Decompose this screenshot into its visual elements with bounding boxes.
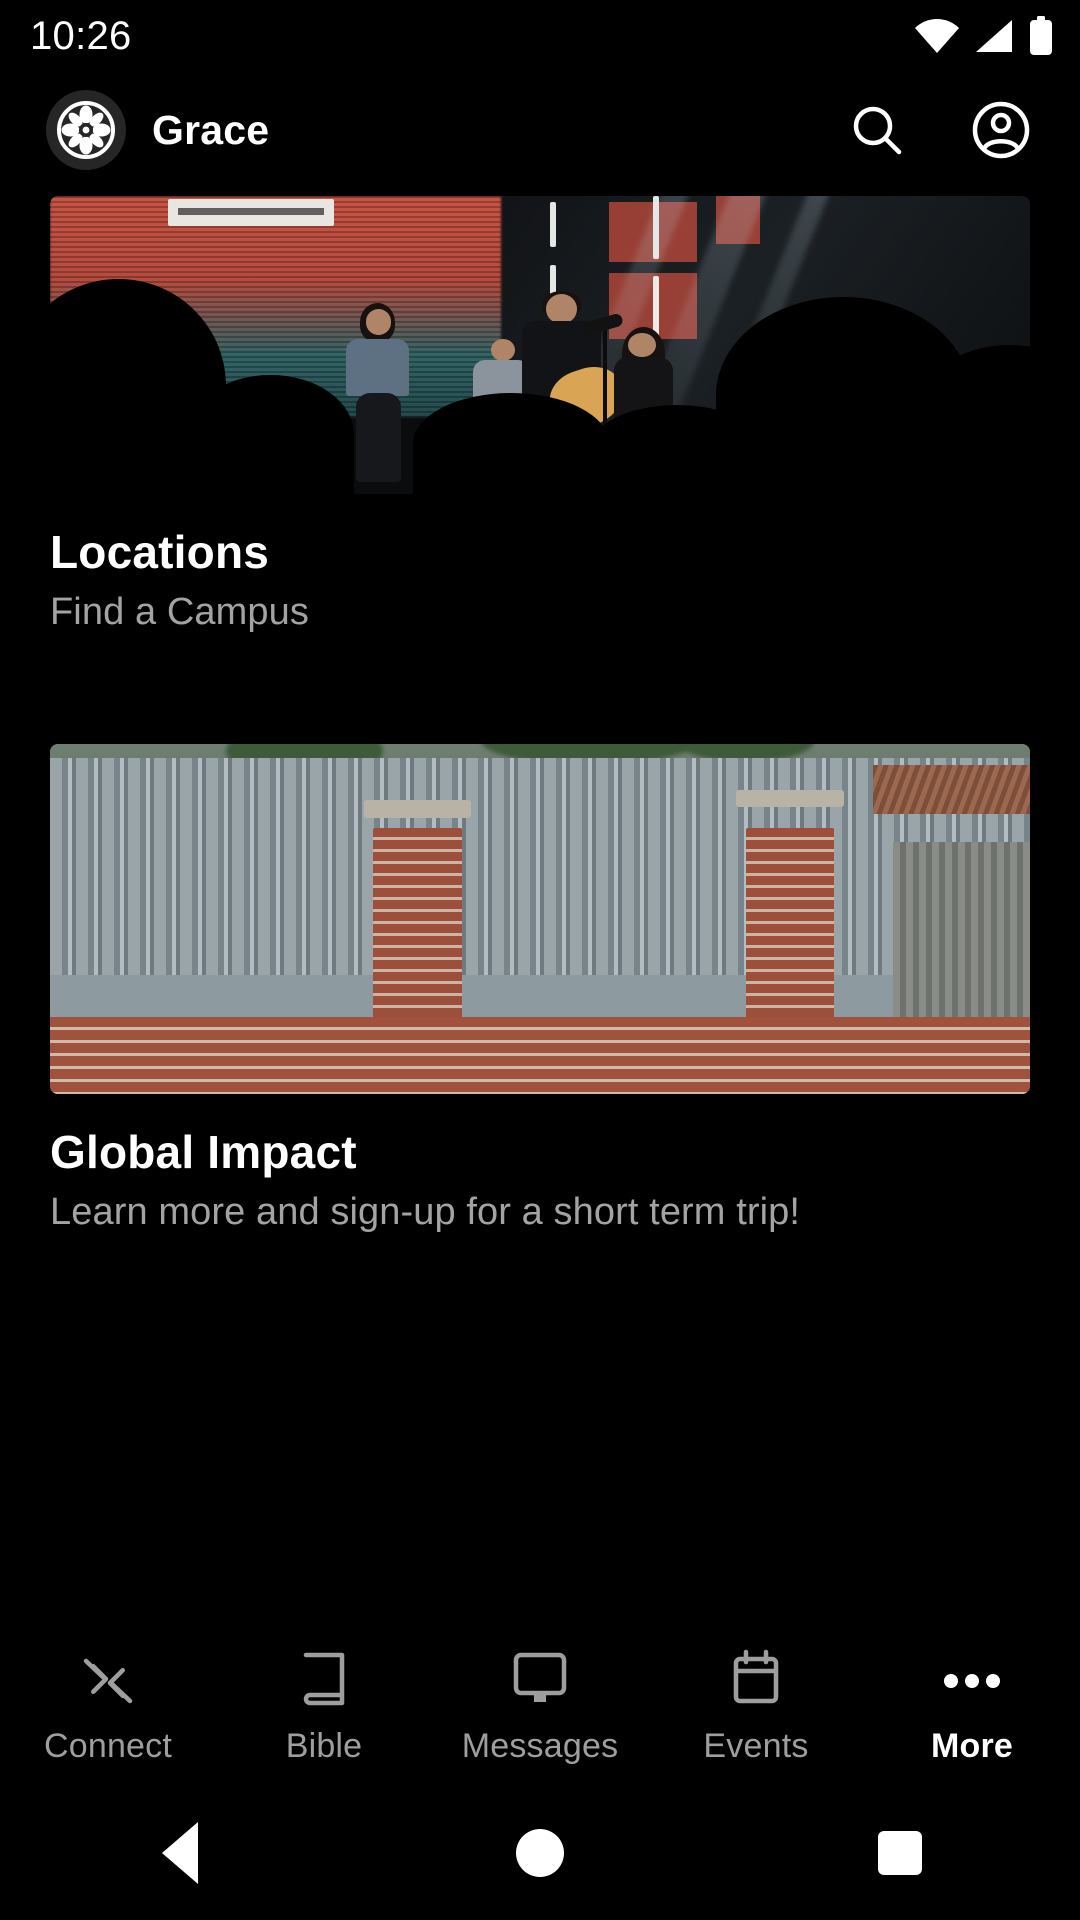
connect-arrows-icon [80, 1649, 136, 1707]
status-time: 10:26 [30, 14, 132, 58]
feed-card-global-impact[interactable]: Global Impact Learn more and sign-up for… [0, 744, 1080, 1234]
app-title: Grace [152, 106, 270, 153]
bottom-navigation: Connect Bible Messages Events More [0, 1628, 1080, 1786]
app-header-actions [846, 99, 1046, 161]
nav-label: Connect [43, 1726, 173, 1765]
nav-item-bible[interactable]: Bible [216, 1628, 432, 1786]
feed-spacer [0, 646, 1080, 744]
feed-card-locations[interactable]: Locations Find a Campus [0, 196, 1080, 634]
book-icon [300, 1649, 348, 1707]
account-button[interactable] [970, 99, 1032, 161]
home-button[interactable] [480, 1813, 600, 1893]
nav-label: More [930, 1726, 1014, 1765]
card-subtitle: Find a Campus [50, 591, 309, 634]
card-image-worship-stage [50, 196, 1030, 494]
app-screen: 10:26 Grace Locations Find a Campus Glob… [0, 0, 1080, 1920]
feed-scroll-area[interactable]: Locations Find a Campus Global Impact Le… [0, 196, 1080, 1324]
wifi-icon [915, 19, 959, 53]
card-subtitle: Learn more and sign-up for a short term … [50, 1191, 801, 1234]
nav-item-events[interactable]: Events [648, 1628, 864, 1786]
nav-label: Messages [461, 1726, 619, 1765]
home-circle-icon [516, 1829, 564, 1877]
recents-button[interactable] [840, 1813, 960, 1893]
nav-label: Bible [285, 1726, 363, 1765]
android-system-nav [0, 1786, 1080, 1920]
logo-badge[interactable] [46, 90, 126, 170]
cellular-signal-icon [976, 20, 1012, 52]
app-header: Grace [0, 80, 1080, 180]
back-button[interactable] [120, 1813, 240, 1893]
nav-item-more[interactable]: More [864, 1628, 1080, 1786]
card-title: Global Impact [50, 1126, 357, 1179]
card-image-mission-team [50, 744, 1030, 1095]
nav-item-messages[interactable]: Messages [432, 1628, 648, 1786]
nav-item-connect[interactable]: Connect [0, 1628, 216, 1786]
calendar-icon [730, 1649, 782, 1707]
account-circle-icon [972, 101, 1030, 159]
search-icon [853, 106, 902, 155]
card-title: Locations [50, 526, 270, 578]
nav-label: Events [703, 1726, 809, 1765]
grace-rosette-logo-icon [57, 101, 115, 159]
brand-block[interactable]: Grace [46, 90, 269, 170]
battery-icon [1030, 16, 1052, 55]
ellipsis-icon [937, 1649, 1007, 1707]
status-icons [914, 16, 1054, 56]
back-triangle-icon [162, 1822, 198, 1884]
feed-spacer [0, 1246, 1080, 1324]
status-bar: 10:26 [0, 0, 1080, 72]
monitor-icon [510, 1649, 570, 1707]
search-button[interactable] [846, 99, 908, 161]
recents-square-icon [878, 1831, 922, 1875]
